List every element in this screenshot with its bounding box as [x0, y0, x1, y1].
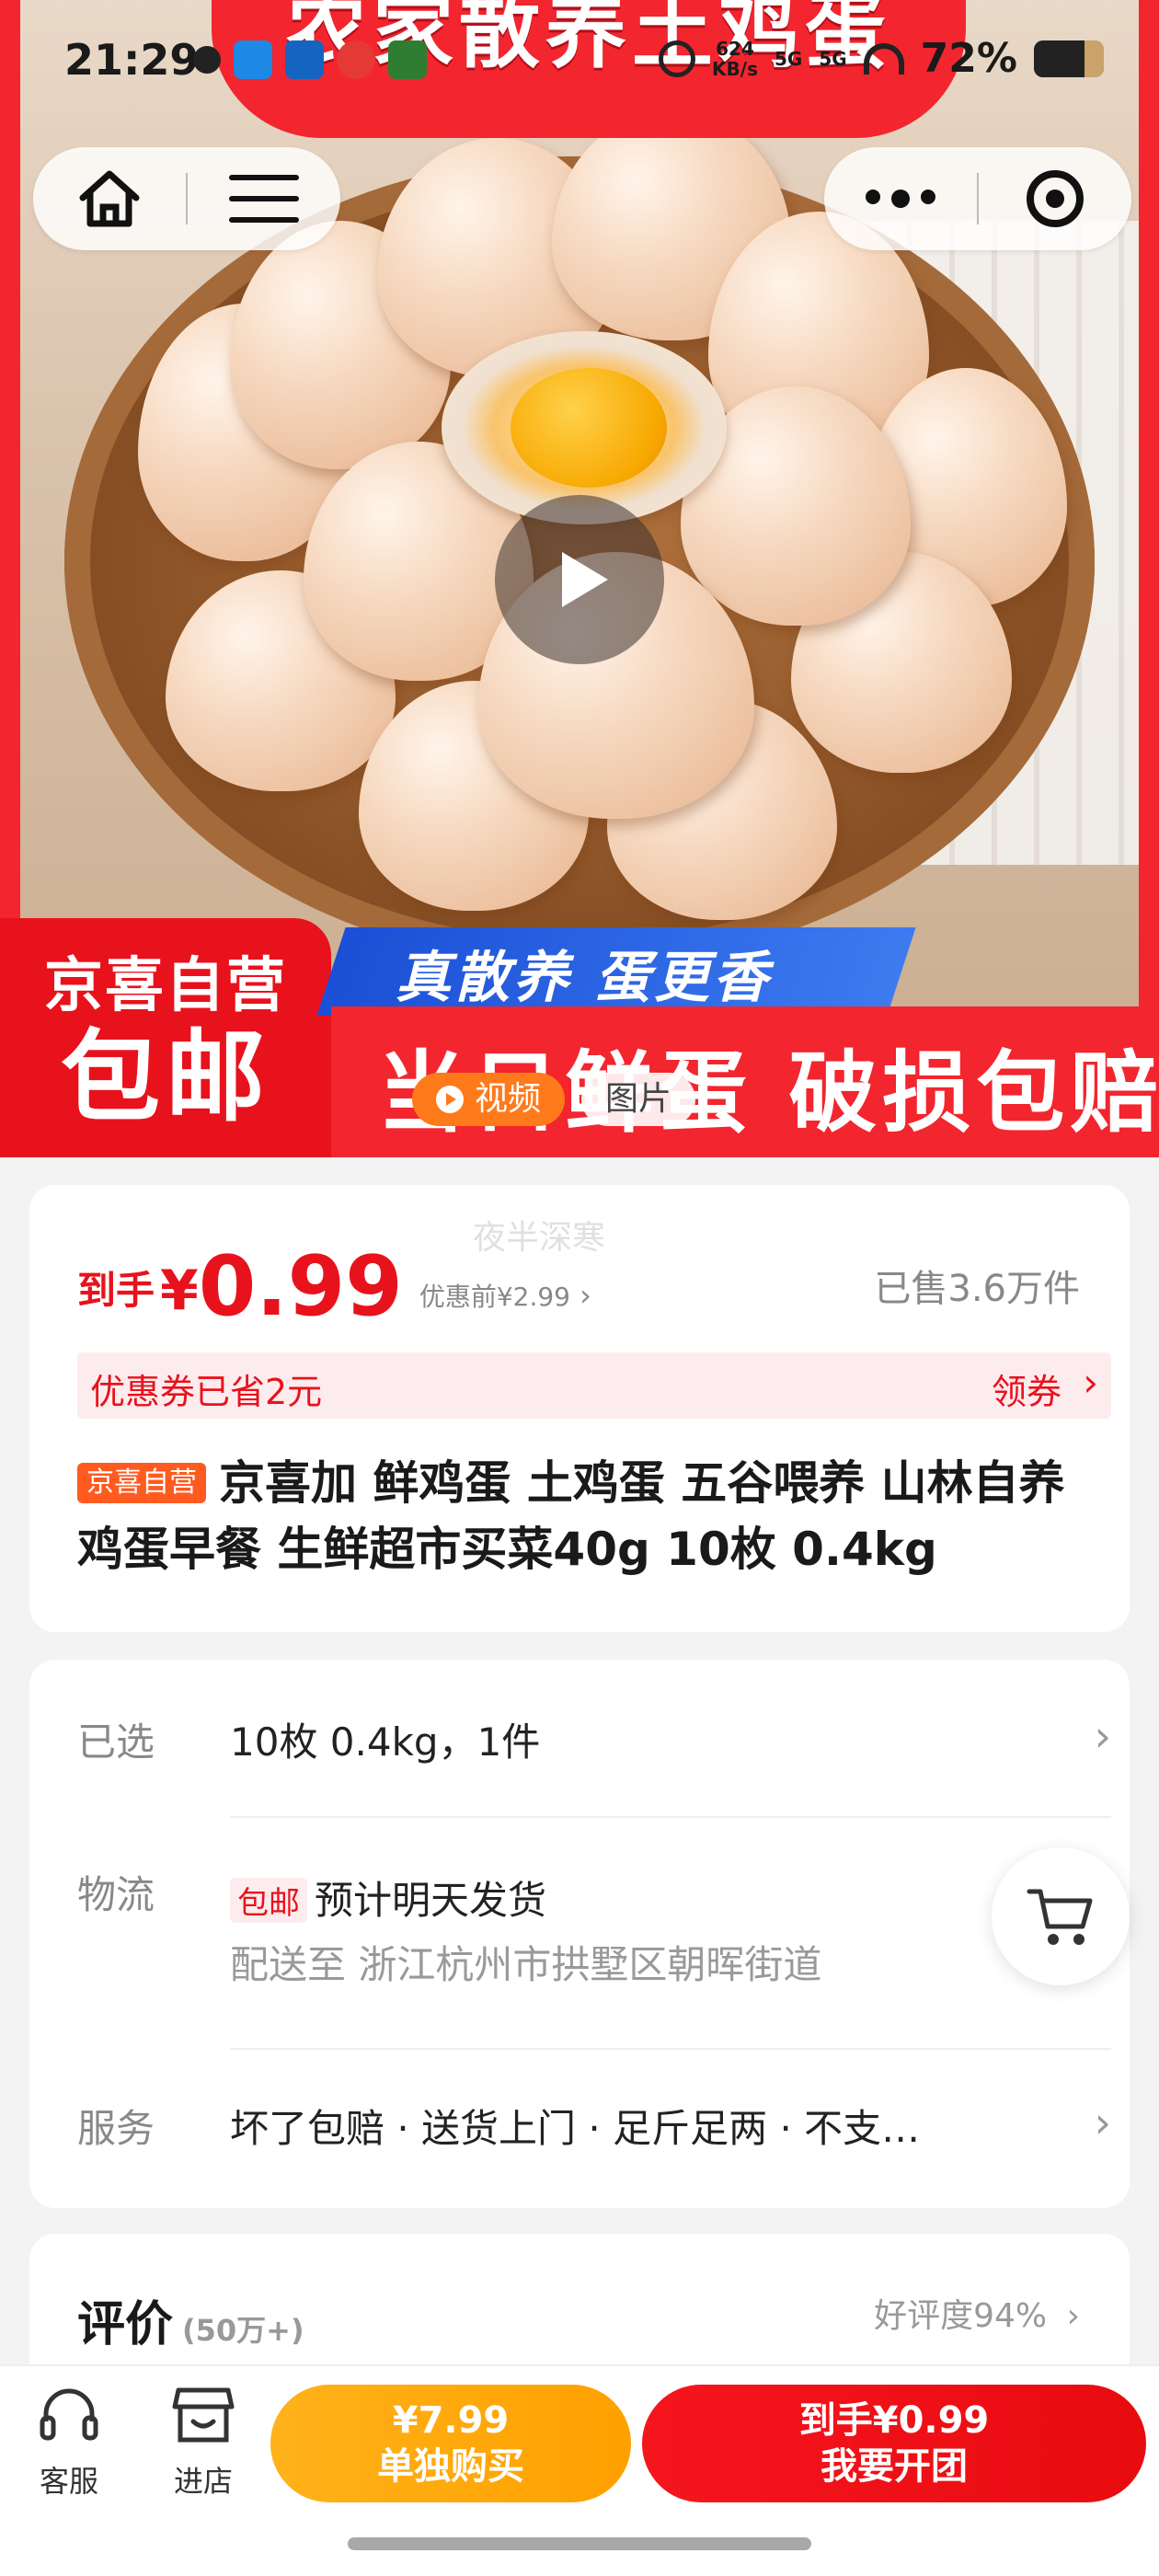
play-icon [562, 552, 608, 607]
media-tabs: 视频 图片 [412, 1073, 696, 1126]
wifi-icon [863, 42, 904, 75]
product-title: 京喜自营 京喜加 鲜鸡蛋 土鸡蛋 五谷喂养 山林自养鸡蛋早餐 生鲜超市买菜40g … [77, 1450, 1098, 1582]
battery-percent: 72% [920, 35, 1017, 82]
more-icon [866, 190, 935, 208]
service-value: 坏了包赔 · 送货上门 · 足斤足两 · 不支… [230, 2106, 921, 2151]
chevron-right-icon: › [1094, 1711, 1111, 1761]
tab-video-label: 视频 [475, 1080, 542, 1118]
price-row: 到手 ¥ 0.99 优惠前¥2.99 [77, 1246, 591, 1328]
app-notification-icon [285, 40, 324, 79]
divider [230, 1816, 1111, 1818]
nav-capsule-right [824, 147, 1131, 250]
status-time: 21:29 [64, 35, 200, 85]
menu-icon [229, 175, 299, 223]
app-notification-icon [234, 40, 272, 79]
price-card: 夜半深寒 到手 ¥ 0.99 优惠前¥2.99 已售3.6万件 优惠券已省2元 … [29, 1185, 1130, 1632]
reviews-count: (50万+) [182, 2313, 304, 2348]
cart-icon [1027, 1889, 1093, 1945]
service-label: 服务 [77, 2106, 155, 2151]
notification-icons [193, 40, 427, 79]
buy-alone-button[interactable]: ¥7.99 单独购买 [270, 2385, 631, 2502]
selected-label: 已选 [77, 1719, 155, 1765]
free-shipping-tag: 包邮 [230, 1878, 307, 1923]
reviews-title-text: 评价 [77, 2297, 174, 2352]
get-coupon-link[interactable]: 领券 [992, 1363, 1061, 1414]
floating-cart-button[interactable] [992, 1847, 1130, 1985]
home-icon [79, 170, 140, 227]
self-operated-tag: 京喜自营 [77, 1463, 206, 1503]
play-icon [436, 1086, 464, 1113]
status-right: 624 KB/s 5G 5G 72% [659, 35, 1104, 82]
status-bar: 21:29 624 KB/s 5G 5G 72% [0, 0, 1159, 120]
store-button[interactable]: 进店 [153, 2385, 254, 2501]
slogan-text: 真散养 蛋更香 [396, 946, 772, 1010]
home-button[interactable] [33, 147, 186, 250]
app-notification-icon [337, 40, 375, 79]
app-notification-icon [388, 40, 427, 79]
product-title-text: 京喜加 鲜鸡蛋 土鸡蛋 五谷喂养 山林自养鸡蛋早餐 生鲜超市买菜40g 10枚 … [77, 1456, 1065, 1576]
chevron-right-icon: › [1083, 1360, 1098, 1405]
home-indicator[interactable] [348, 2537, 811, 2550]
record-icon [1027, 170, 1084, 227]
logistics-value: 包邮 预计明天发货 [230, 1869, 546, 1926]
divider [230, 2048, 1111, 2050]
selected-spec-row[interactable]: 已选 10枚 0.4kg，1件 › [77, 1711, 1111, 1794]
service-row[interactable]: 服务 坏了包赔 · 送货上门 · 足斤足两 · 不支… › [77, 2098, 1111, 2180]
tab-photo-label: 图片 [605, 1080, 672, 1118]
battery-icon [1034, 40, 1104, 77]
self-operated-badge: 京喜自营 包邮 [0, 918, 331, 1157]
egg-yolk [511, 368, 667, 488]
ship-time: 预计明天发货 [315, 1878, 547, 1923]
price-currency: ¥ [160, 1259, 199, 1323]
badge-line-2: 包邮 [60, 1020, 270, 1135]
menu-button[interactable] [188, 147, 340, 250]
positive-rate-text: 好评度94% [874, 2297, 1048, 2335]
more-button[interactable] [824, 147, 977, 250]
alarm-icon [659, 40, 696, 77]
store-label: 进店 [173, 2464, 233, 2499]
signal-5g-1: 5G [774, 47, 803, 70]
reviews-title: 评价 (50万+) [77, 2285, 304, 2354]
selected-value: 10枚 0.4kg，1件 [230, 1719, 541, 1765]
group-price: 到手¥0.99 [798, 2399, 990, 2442]
badge-line-1: 京喜自营 [44, 952, 287, 1020]
app-notification-icon [193, 46, 221, 74]
nav-capsule-left [33, 147, 340, 250]
tab-video[interactable]: 视频 [412, 1073, 566, 1126]
positive-rate[interactable]: 好评度94% › [874, 2289, 1080, 2337]
signal-5g-2: 5G [819, 47, 847, 70]
original-price-link[interactable]: 优惠前¥2.99 [419, 1277, 591, 1314]
final-price: 0.99 [198, 1238, 403, 1335]
chevron-right-icon: › [1094, 2098, 1111, 2147]
network-speed: 624 KB/s [712, 37, 758, 80]
group-label: 我要开团 [820, 2445, 968, 2488]
headset-icon [40, 2388, 98, 2441]
play-video-button[interactable] [495, 495, 664, 664]
logistics-row[interactable]: 物流 包邮 预计明天发货 配送至 浙江杭州市拱墅区朝晖街道 [77, 1864, 1111, 1993]
solo-label: 单独购买 [377, 2445, 524, 2488]
close-miniapp-button[interactable] [979, 147, 1131, 250]
store-icon [172, 2387, 235, 2443]
solo-price: ¥7.99 [392, 2399, 510, 2442]
sold-count: 已售3.6万件 [874, 1268, 1080, 1310]
price-prefix: 到手 [77, 1268, 155, 1313]
chevron-right-icon: › [1066, 2297, 1080, 2335]
specs-card: 已选 10枚 0.4kg，1件 › 物流 包邮 预计明天发货 配送至 浙江杭州市拱… [29, 1660, 1130, 2208]
ship-address: 配送至 浙江杭州市拱墅区朝晖街道 [230, 1942, 822, 1987]
coupon-saved-text: 优惠券已省2元 [90, 1372, 323, 1412]
start-group-button[interactable]: 到手¥0.99 我要开团 [642, 2385, 1146, 2502]
customer-service-label: 客服 [39, 2464, 98, 2499]
coupon-bar[interactable]: 优惠券已省2元 领券 › [77, 1352, 1111, 1419]
logistics-label: 物流 [77, 1872, 155, 1917]
tab-photo[interactable]: 图片 [581, 1073, 696, 1126]
customer-service-button[interactable]: 客服 [18, 2385, 120, 2501]
